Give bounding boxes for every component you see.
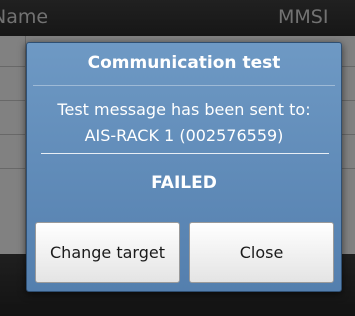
communication-test-dialog: Communication test Test message has been… <box>26 42 342 292</box>
change-target-button[interactable]: Change target <box>35 222 180 283</box>
test-status: FAILED <box>151 173 217 193</box>
close-button[interactable]: Close <box>189 222 334 283</box>
message-divider <box>41 153 329 154</box>
dialog-message: Test message has been sent to: AIS-RACK … <box>27 97 341 149</box>
message-line-1: Test message has been sent to: <box>57 100 311 119</box>
message-line-2: AIS-RACK 1 (002576559) <box>84 126 284 145</box>
title-divider <box>33 85 335 86</box>
dialog-title: Communication test <box>87 53 281 73</box>
